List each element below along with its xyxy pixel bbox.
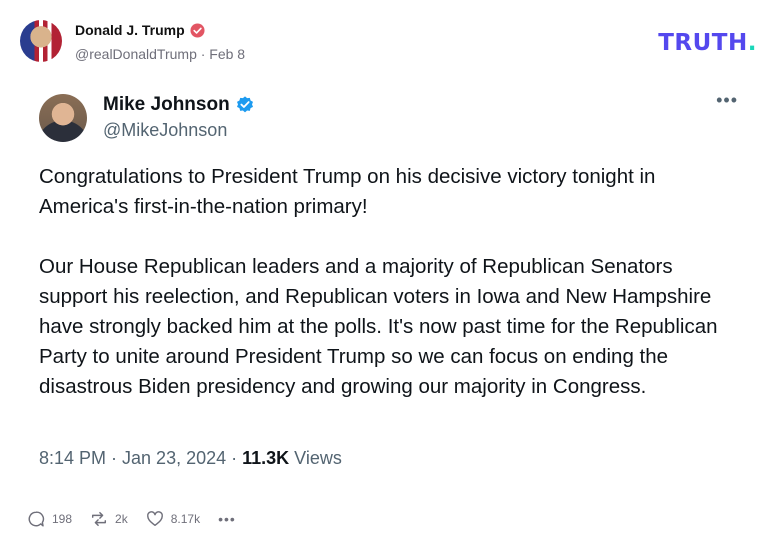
reply-count: 198 [52,512,73,526]
tweet-author-handle[interactable]: @MikeJohnson [103,120,227,141]
tweet-author-name[interactable]: Mike Johnson [103,94,230,116]
tweet-body: Congratulations to President Trump on hi… [39,162,739,432]
more-actions-icon[interactable]: ••• [218,511,236,527]
author-name[interactable]: Donald J. Trump [75,22,185,38]
tweet-author-row: Mike Johnson [103,94,255,116]
tweet-timestamp: 8:14 PM · Jan 23, 2024 · 11.3K Views [39,448,342,469]
author-row: Donald J. Trump [75,22,205,38]
tweet-paragraph: Congratulations to President Trump on hi… [39,165,656,218]
verified-check-icon [236,96,253,113]
reply-icon [28,511,45,527]
views-count: 11.3K [242,448,290,468]
embedded-tweet[interactable]: Mike Johnson @MikeJohnson ••• Congratula… [17,80,760,545]
author-meta: @realDonaldTrump · Feb 8 [75,46,246,62]
retruth-button[interactable]: 2k [90,510,128,528]
action-bar: 198 2k 8.17k ••• [27,510,236,528]
timestamp-text[interactable]: 8:14 PM · Jan 23, 2024 · [39,448,242,468]
truth-logo: TRUTH. [658,30,757,56]
heart-icon [146,511,163,527]
reply-button[interactable]: 198 [27,510,72,528]
retruth-count: 2k [115,512,128,526]
more-options-icon[interactable]: ••• [716,90,738,111]
retruth-icon [92,511,107,527]
avatar[interactable] [20,20,62,62]
tweet-paragraph: Our House Republican leaders and a major… [39,255,718,398]
views-label: Views [289,448,342,468]
like-count: 8.17k [170,512,201,526]
like-button[interactable]: 8.17k [146,510,200,528]
tweet-avatar[interactable] [39,94,87,142]
verified-badge-icon [190,22,205,38]
